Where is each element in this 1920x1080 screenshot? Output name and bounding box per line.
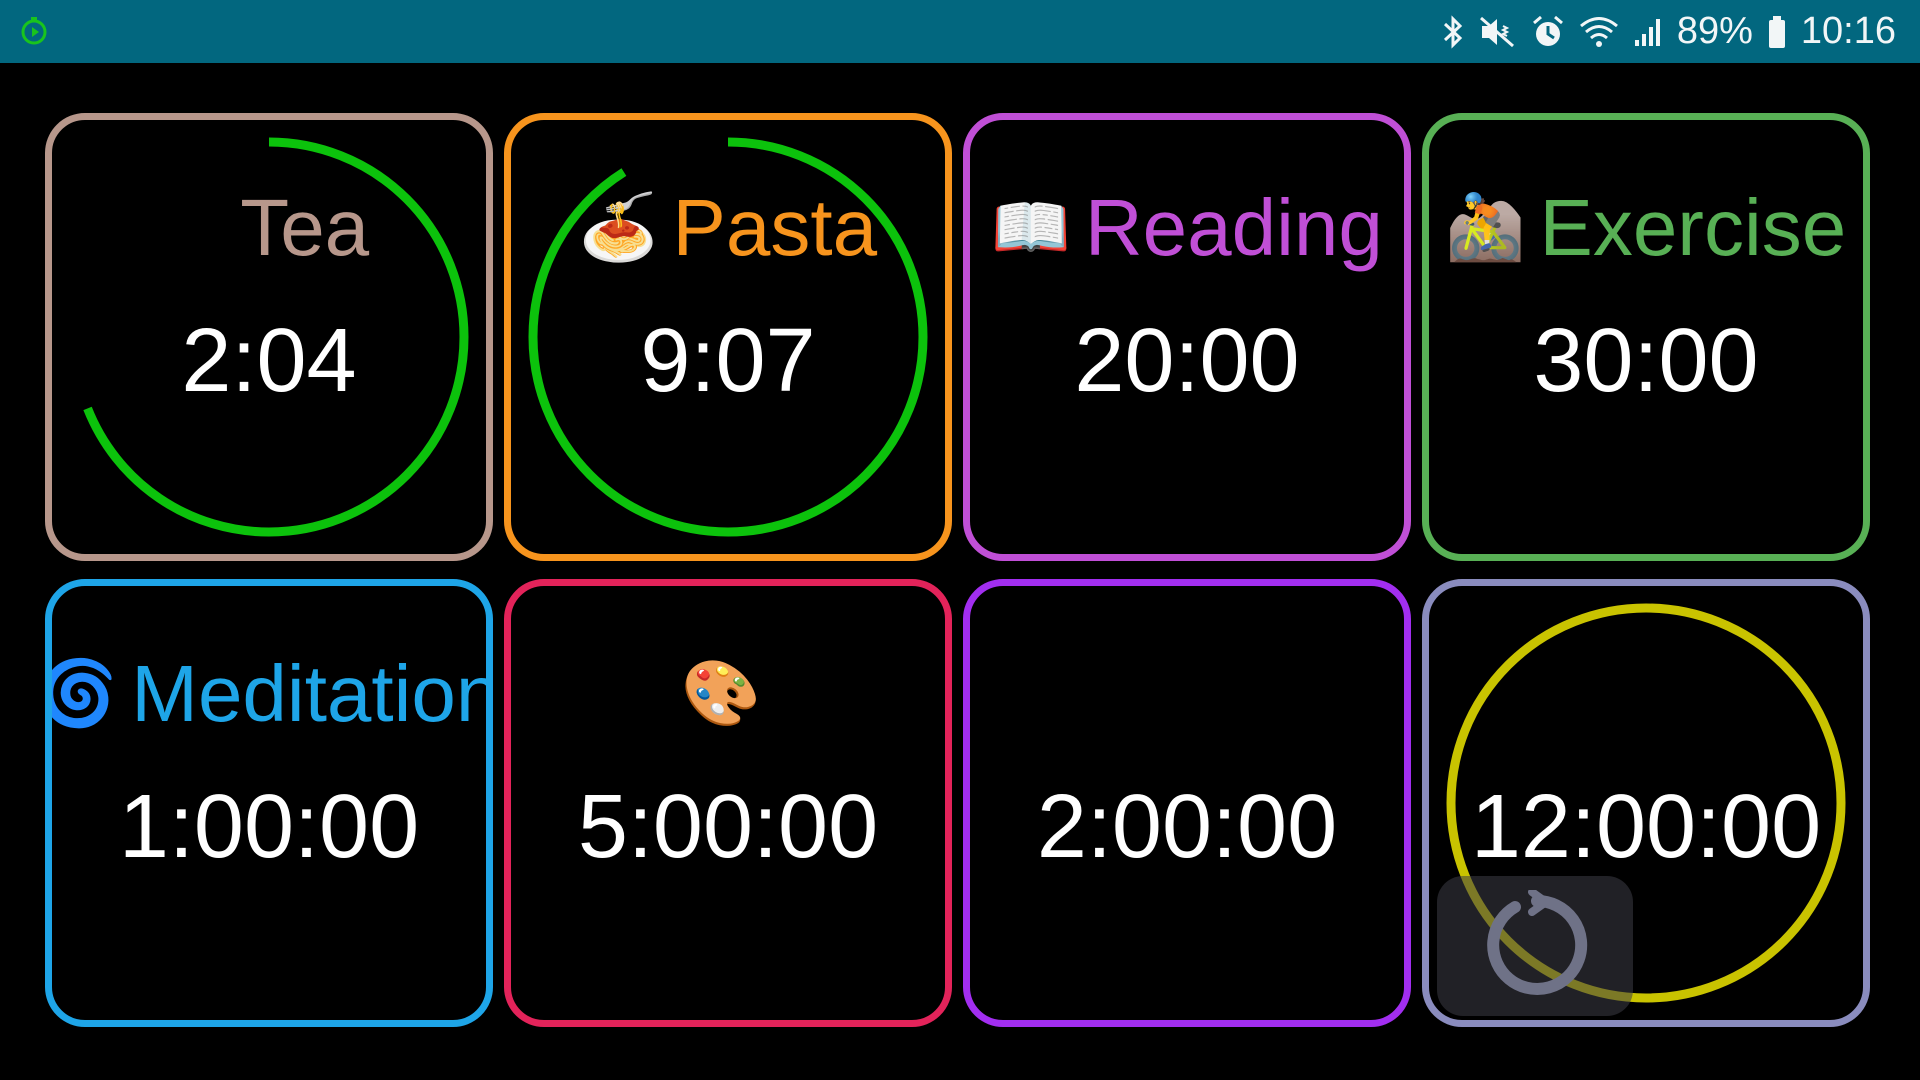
timer-time: 30:00 [1533,311,1759,411]
timer-tile-12h[interactable]: 12:00:00 [1422,579,1870,1027]
reset-icon [1487,890,1588,995]
status-icons: 89% 10:16 [1441,0,1896,63]
wifi-icon [1579,16,1618,47]
timer-label: Meditation [131,649,493,738]
timer-header: ☕ Tea [52,188,486,268]
timer-time: 20:00 [1074,311,1300,411]
timer-tile-art[interactable]: 🎨 5:00:00 [504,579,952,1027]
timer-tile-reading[interactable]: 📖 Reading 20:00 [963,113,1411,561]
timer-time: 2:00:00 [1036,777,1338,877]
timer-tile-2h[interactable]: 2:00:00 [963,579,1411,1027]
timer-time: 12:00:00 [1470,777,1822,877]
timer-header: 🌀 Meditation [52,654,486,734]
timer-tile-pasta[interactable]: 🍝 Pasta 9:07 [504,113,952,561]
timer-label: Exercise [1539,183,1847,272]
timer-time: 5:00:00 [577,777,879,877]
alarm-icon [1532,15,1563,46]
timer-label: Pasta [672,183,878,272]
timer-tile-meditation[interactable]: 🌀 Meditation 1:00:00 [45,579,493,1027]
timer-time: 9:07 [640,311,816,411]
timer-header: 🎨 [511,654,945,734]
coffee-icon: ☕ [168,191,227,265]
battery-icon [1768,15,1785,48]
signal-icon [1634,18,1660,46]
timer-label: Tea [240,183,370,272]
timer-tile-exercise[interactable]: 🚵 Exercise 30:00 [1422,113,1870,561]
timer-tile-tea[interactable]: ☕ Tea 2:04 [45,113,493,561]
mountain-biker-icon: 🚵 [1445,191,1526,265]
timer-app-icon [21,17,47,45]
timer-time: 2:04 [181,311,357,411]
timer-label: Reading [1084,183,1383,272]
mute-vibrate-icon [1479,16,1514,47]
bluetooth-icon [1443,14,1463,49]
timer-header: 📖 Reading [970,188,1404,268]
battery-percent: 89% [1676,10,1753,52]
timer-header: 🚵 Exercise [1429,188,1863,268]
timer-time: 1:00:00 [118,777,420,877]
timer-grid: ☕ Tea 2:04 🍝 Pasta 9:07 📖 Reading 20:00 … [0,63,1920,1080]
cyclone-icon: 🌀 [45,657,118,731]
open-book-icon: 📖 [991,191,1071,265]
status-bar: 89% 10:16 [0,0,1920,63]
artist-palette-icon: 🎨 [681,657,761,731]
clock-time: 10:16 [1800,10,1896,52]
timer-header: 🍝 Pasta [511,188,945,268]
reset-button[interactable] [1437,876,1633,1016]
spaghetti-icon: 🍝 [578,191,659,265]
